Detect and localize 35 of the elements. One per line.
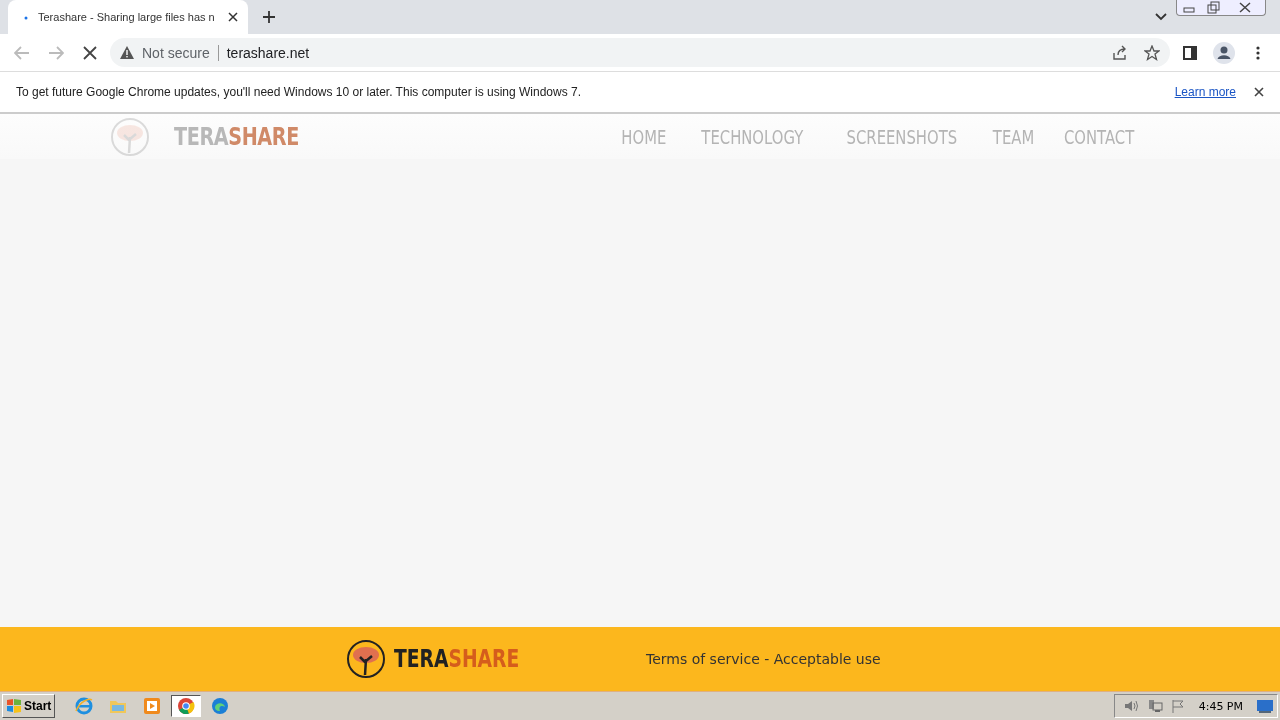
close-icon[interactable] (228, 12, 238, 22)
browser-e-icon (75, 697, 94, 715)
show-desktop-icon[interactable] (1257, 699, 1273, 713)
network-icon[interactable] (1146, 699, 1163, 713)
side-panel-icon[interactable] (1183, 45, 1197, 60)
security-label: Not secure (142, 44, 210, 61)
stop-icon[interactable] (83, 45, 97, 60)
menu-icon[interactable] (1256, 45, 1260, 60)
edge-icon (211, 697, 230, 715)
browser-tab[interactable]: Terashare - Sharing large files has n (8, 0, 248, 34)
new-tab-icon[interactable] (262, 10, 276, 24)
tab-title: Terashare - Sharing large files has n (38, 11, 216, 23)
footer-links[interactable]: Terms of service - Acceptable use (646, 651, 881, 667)
chrome-icon (177, 697, 196, 715)
learn-more-link[interactable]: Learn more (1174, 85, 1236, 99)
update-message: To get future Google Chrome updates, you'll need Windows 10 or later. This computer is using Windows 7. (16, 85, 583, 99)
speaker-icon[interactable] (1122, 699, 1139, 713)
warning-icon (120, 46, 134, 59)
footer-logo-text[interactable]: TERASHARE (394, 645, 520, 673)
flag-icon[interactable] (1170, 699, 1185, 713)
play-icon (143, 697, 162, 715)
clock[interactable]: 4:45 PM (1198, 699, 1243, 713)
windows-logo-icon (6, 699, 22, 713)
profile-icon[interactable] (1213, 41, 1235, 64)
share-icon[interactable] (1112, 44, 1128, 61)
chevron-down-icon[interactable] (1155, 13, 1167, 21)
taskbar-button[interactable] (171, 695, 202, 717)
star-icon[interactable] (1144, 44, 1160, 61)
address-bar[interactable]: Not secure terashare.net (110, 38, 1170, 67)
close-icon[interactable] (1254, 87, 1264, 97)
start-button[interactable]: Start (2, 694, 56, 718)
url-text: terashare.net (226, 44, 311, 61)
folder-icon (109, 698, 128, 714)
tree-logo-icon (346, 639, 386, 679)
tree-logo-icon (110, 116, 150, 157)
